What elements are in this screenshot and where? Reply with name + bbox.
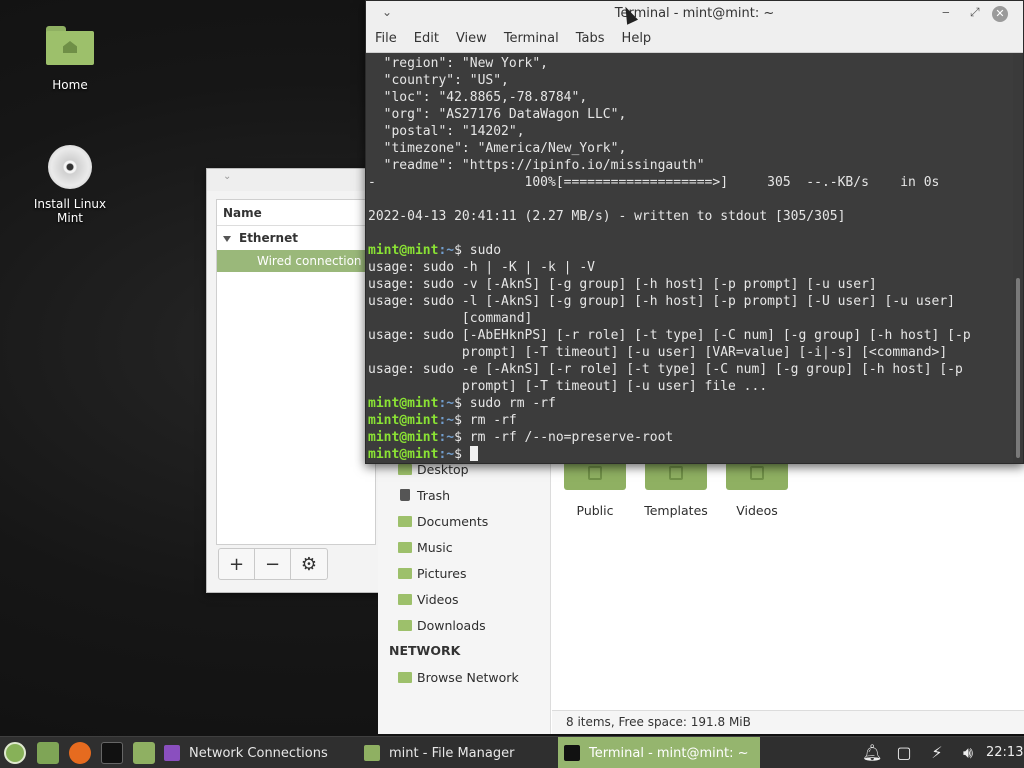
connection-settings-button[interactable]: ⚙ (291, 549, 327, 579)
network-connections-window: ⌄ Name Ethernet Wired connection + − ⚙ (206, 168, 386, 593)
folder-icon (398, 619, 412, 631)
folder-icon (364, 745, 380, 761)
home-folder-icon (46, 26, 94, 66)
menu-help[interactable]: Help (622, 28, 652, 52)
connection-row-wired[interactable]: Wired connection (217, 250, 375, 272)
sidebar-item-music[interactable]: Music (398, 537, 453, 557)
close-icon[interactable]: ✕ (992, 6, 1008, 22)
sidebar-item-label: Downloads (417, 617, 486, 633)
menu-terminal[interactable]: Terminal (504, 28, 559, 52)
status-bar: 8 items, Free space: 191.8 MiB (552, 710, 1024, 734)
window-titlebar[interactable]: ⌄ (207, 169, 385, 191)
desktop-icon-label: Home (52, 78, 88, 92)
window-title: Terminal - mint@mint: ~ (614, 6, 775, 21)
sidebar-item-label: Trash (417, 487, 451, 503)
task-terminal[interactable]: Terminal - mint@mint: ~ (558, 737, 760, 768)
folder-icon (398, 541, 412, 553)
places-sidebar: Desktop Trash Documents Music Pictures V… (378, 440, 551, 734)
menu-file[interactable]: File (375, 28, 397, 52)
sidebar-item-videos[interactable]: Videos (398, 589, 459, 609)
column-header-name[interactable]: Name (217, 200, 375, 226)
file-view[interactable]: Public Templates Videos (552, 440, 1024, 710)
group-ethernet[interactable]: Ethernet (217, 226, 375, 250)
volume-icon[interactable]: 🔊︎ (958, 743, 978, 763)
sidebar-item-label: Pictures (417, 565, 467, 581)
folder-label-videos[interactable]: Videos (712, 503, 802, 518)
public-folder-icon[interactable] (564, 462, 626, 490)
remove-connection-button[interactable]: − (255, 549, 291, 579)
menu-bar: File Edit View Terminal Tabs Help (366, 28, 1023, 53)
maximize-icon[interactable]: ⤢ (970, 5, 980, 20)
folder-icon (398, 515, 412, 527)
task-label: Terminal - mint@mint: ~ (589, 745, 749, 761)
menu-tabs[interactable]: Tabs (576, 28, 605, 52)
connection-list[interactable]: Name Ethernet Wired connection (216, 199, 376, 545)
folder-icon (398, 593, 412, 605)
disc-icon (48, 145, 92, 189)
trash-icon (400, 489, 410, 501)
sidebar-item-label: Music (417, 539, 453, 555)
sidebar-item-label: Browse Network (417, 669, 519, 685)
workspace-icon[interactable]: ▢ (894, 743, 914, 763)
folder-label-templates[interactable]: Templates (631, 503, 721, 518)
folder-icon (398, 567, 412, 579)
scrollbar-thumb[interactable] (1016, 278, 1020, 458)
menu-edit[interactable]: Edit (414, 28, 439, 52)
terminal-launcher-icon[interactable] (101, 742, 123, 764)
terminal-window: ⌄ Terminal - mint@mint: ~ ‒ ⤢ ✕ File Edi… (365, 0, 1024, 464)
taskbar: Network Connections mint - File Manager … (0, 736, 1024, 768)
sidebar-item-browse-network[interactable]: Browse Network (398, 667, 519, 687)
sidebar-heading-network: NETWORK (389, 643, 461, 658)
folder-icon (398, 463, 412, 475)
task-file-manager[interactable]: mint - File Manager (358, 737, 553, 768)
expander-icon[interactable] (223, 235, 231, 242)
templates-folder-icon[interactable] (645, 462, 707, 490)
sidebar-item-label: Videos (417, 591, 459, 607)
terminal-icon (564, 745, 580, 761)
desktop-icon-home[interactable]: Home (25, 26, 115, 92)
file-manager-window: Desktop Trash Documents Music Pictures V… (378, 440, 1024, 734)
power-icon[interactable]: ⚡︎ (927, 743, 947, 763)
videos-folder-icon[interactable] (726, 462, 788, 490)
mint-menu-icon[interactable] (4, 742, 26, 764)
add-connection-button[interactable]: + (219, 549, 255, 579)
sidebar-item-label: Documents (417, 513, 489, 529)
firefox-icon[interactable] (69, 742, 91, 764)
network-connections-icon (164, 745, 180, 761)
desktop-icon-label: Install Linux Mint (33, 197, 107, 225)
sidebar-item-pictures[interactable]: Pictures (398, 563, 467, 583)
desktop-icon-install-mint[interactable]: Install Linux Mint (25, 145, 115, 225)
window-titlebar[interactable]: ⌄ Terminal - mint@mint: ~ ‒ ⤢ ✕ (366, 1, 1023, 28)
notifications-icon[interactable]: 🔔︎ (862, 743, 882, 763)
terminal-scrollbar[interactable] (1013, 53, 1023, 463)
menu-view[interactable]: View (456, 28, 487, 52)
folder-label-public[interactable]: Public (550, 503, 640, 518)
minimize-icon[interactable]: ‒ (942, 5, 950, 19)
task-label: mint - File Manager (389, 745, 515, 761)
terminal-text: "region": "New York", "country": "US", "… (368, 56, 971, 462)
clock[interactable]: 22:13 (986, 745, 1023, 760)
sidebar-item-downloads[interactable]: Downloads (398, 615, 486, 635)
network-icon (398, 671, 412, 683)
files-launcher-icon[interactable] (133, 742, 155, 764)
sidebar-item-trash[interactable]: Trash (398, 485, 450, 505)
group-label: Ethernet (239, 231, 298, 245)
task-network-connections[interactable]: Network Connections (158, 737, 348, 768)
connection-toolbar: + − ⚙ (218, 548, 328, 580)
terminal-output[interactable]: "region": "New York", "country": "US", "… (366, 53, 1012, 463)
sidebar-item-documents[interactable]: Documents (398, 511, 488, 531)
show-desktop-icon[interactable] (37, 742, 59, 764)
task-label: Network Connections (189, 745, 328, 761)
